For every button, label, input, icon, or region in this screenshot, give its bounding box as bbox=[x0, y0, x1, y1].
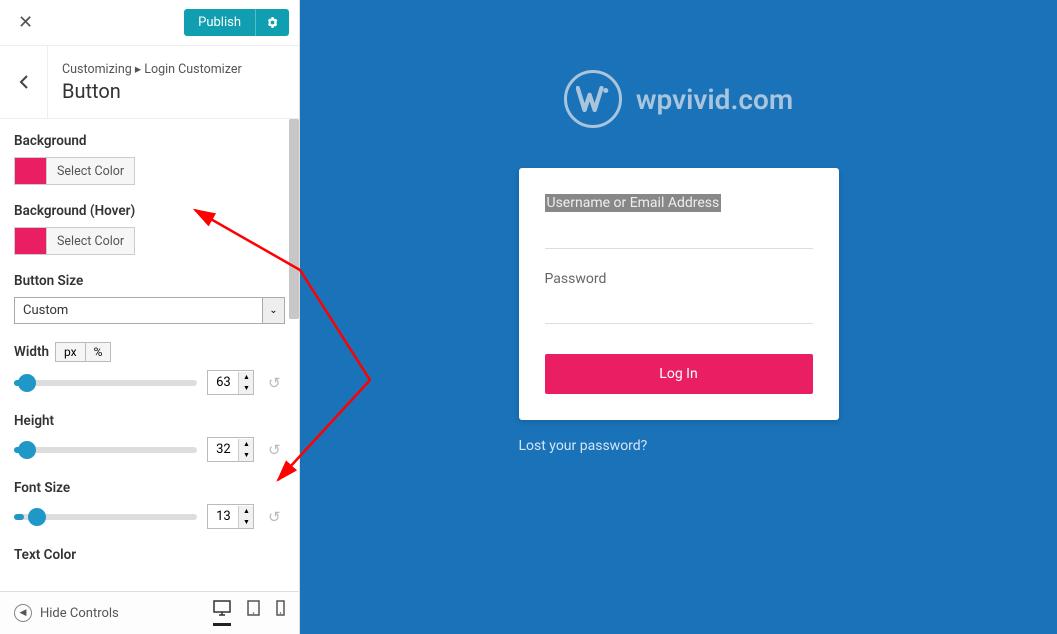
device-toggle bbox=[213, 600, 285, 626]
field-background-hover: Background (Hover) Select Color bbox=[14, 203, 285, 255]
customizer-footer: ◀ Hide Controls bbox=[0, 591, 299, 634]
password-input[interactable] bbox=[545, 291, 813, 324]
device-mobile-button[interactable] bbox=[276, 600, 285, 626]
gear-icon bbox=[266, 16, 279, 29]
height-input-wrap: ▲ ▼ bbox=[207, 437, 254, 462]
unit-percent-button[interactable]: % bbox=[86, 342, 112, 362]
slider-thumb[interactable] bbox=[18, 374, 36, 392]
height-slider-row: ▲ ▼ ↻ bbox=[14, 437, 285, 462]
publish-group: Publish bbox=[184, 9, 289, 36]
breadcrumb-body: Customizing ▸ Login Customizer Button bbox=[48, 49, 256, 115]
field-height: Height ▲ ▼ ↻ bbox=[14, 413, 285, 462]
chevron-left-icon bbox=[19, 75, 28, 89]
stepper-down[interactable]: ▼ bbox=[239, 383, 253, 394]
scrollbar-thumb[interactable] bbox=[289, 119, 299, 319]
color-picker-row: Select Color bbox=[14, 157, 285, 185]
field-label: Width bbox=[14, 344, 49, 360]
stepper-down[interactable]: ▼ bbox=[239, 517, 253, 528]
field-label: Button Size bbox=[14, 273, 285, 289]
color-swatch[interactable] bbox=[14, 157, 46, 185]
username-label: Username or Email Address bbox=[545, 194, 722, 212]
field-button-size: Button Size Custom ⌄ bbox=[14, 273, 285, 324]
field-background: Background Select Color bbox=[14, 133, 285, 185]
customizer-topbar: ✕ Publish bbox=[0, 0, 299, 46]
width-slider-row: ▲ ▼ ↻ bbox=[14, 370, 285, 395]
field-label: Background bbox=[14, 133, 285, 149]
width-input-wrap: ▲ ▼ bbox=[207, 370, 254, 395]
reset-icon[interactable]: ↻ bbox=[264, 508, 285, 526]
field-label: Font Size bbox=[14, 480, 285, 496]
reset-icon[interactable]: ↻ bbox=[264, 374, 285, 392]
stepper-up[interactable]: ▲ bbox=[239, 439, 253, 450]
unit-px-button[interactable]: px bbox=[55, 342, 86, 362]
stepper-down[interactable]: ▼ bbox=[239, 450, 253, 461]
login-form: Username or Email Address Password Log I… bbox=[519, 168, 839, 420]
page-title: Button bbox=[62, 79, 242, 103]
stepper-up[interactable]: ▲ bbox=[239, 372, 253, 383]
color-picker-row: Select Color bbox=[14, 227, 285, 255]
back-button[interactable] bbox=[0, 46, 48, 118]
select-color-button[interactable]: Select Color bbox=[46, 157, 135, 185]
desktop-icon bbox=[213, 600, 231, 616]
color-swatch[interactable] bbox=[14, 227, 46, 255]
logo-w-icon bbox=[576, 86, 610, 112]
collapse-icon: ◀ bbox=[14, 604, 32, 622]
number-spinner: ▲ ▼ bbox=[238, 439, 253, 461]
mobile-icon bbox=[276, 600, 285, 616]
login-button[interactable]: Log In bbox=[545, 354, 813, 394]
logo-text: wpvivid.com bbox=[636, 83, 793, 116]
field-label: Background (Hover) bbox=[14, 203, 285, 219]
slider-thumb[interactable] bbox=[28, 508, 46, 526]
close-icon[interactable]: ✕ bbox=[10, 8, 41, 37]
font-size-input[interactable] bbox=[208, 505, 238, 528]
settings-panel: Background Select Color Background (Hove… bbox=[0, 119, 299, 591]
width-input[interactable] bbox=[208, 371, 238, 394]
publish-button[interactable]: Publish bbox=[184, 9, 255, 36]
customizer-sidebar: ✕ Publish Customizing ▸ Login Customizer… bbox=[0, 0, 300, 634]
field-label: Height bbox=[14, 413, 285, 429]
lost-password-link[interactable]: Lost your password? bbox=[519, 420, 839, 454]
login-preview: wpvivid.com Username or Email Address Pa… bbox=[300, 0, 1057, 634]
unit-toggle: px % bbox=[55, 342, 111, 362]
size-select[interactable]: Custom ⌄ bbox=[14, 297, 285, 324]
chevron-down-icon: ⌄ bbox=[263, 297, 285, 324]
field-label: Text Color bbox=[14, 547, 285, 563]
number-spinner: ▲ ▼ bbox=[238, 506, 253, 528]
hide-controls-button[interactable]: ◀ Hide Controls bbox=[14, 604, 119, 622]
breadcrumb-row: Customizing ▸ Login Customizer Button bbox=[0, 46, 299, 119]
logo-mark bbox=[564, 70, 622, 128]
site-logo: wpvivid.com bbox=[564, 70, 793, 128]
number-spinner: ▲ ▼ bbox=[238, 372, 253, 394]
slider-thumb[interactable] bbox=[18, 441, 36, 459]
tablet-icon bbox=[247, 600, 260, 616]
font-size-input-wrap: ▲ ▼ bbox=[207, 504, 254, 529]
width-slider[interactable] bbox=[14, 380, 197, 386]
size-select-value: Custom bbox=[14, 297, 263, 324]
font-size-slider-row: ▲ ▼ ↻ bbox=[14, 504, 285, 529]
hide-controls-label: Hide Controls bbox=[40, 606, 119, 621]
breadcrumb-path: Customizing ▸ Login Customizer bbox=[62, 61, 242, 77]
select-color-button[interactable]: Select Color bbox=[46, 227, 135, 255]
reset-icon[interactable]: ↻ bbox=[264, 441, 285, 459]
stepper-up[interactable]: ▲ bbox=[239, 506, 253, 517]
font-size-slider[interactable] bbox=[14, 514, 197, 520]
publish-settings-button[interactable] bbox=[255, 9, 289, 36]
field-text-color: Text Color bbox=[14, 547, 285, 563]
height-input[interactable] bbox=[208, 438, 238, 461]
height-slider[interactable] bbox=[14, 447, 197, 453]
device-tablet-button[interactable] bbox=[247, 600, 260, 626]
password-label: Password bbox=[545, 271, 813, 287]
field-font-size: Font Size ▲ ▼ ↻ bbox=[14, 480, 285, 529]
username-input[interactable] bbox=[545, 216, 813, 249]
field-width: Width px % ▲ ▼ ↻ bbox=[14, 342, 285, 395]
device-desktop-button[interactable] bbox=[213, 600, 231, 626]
